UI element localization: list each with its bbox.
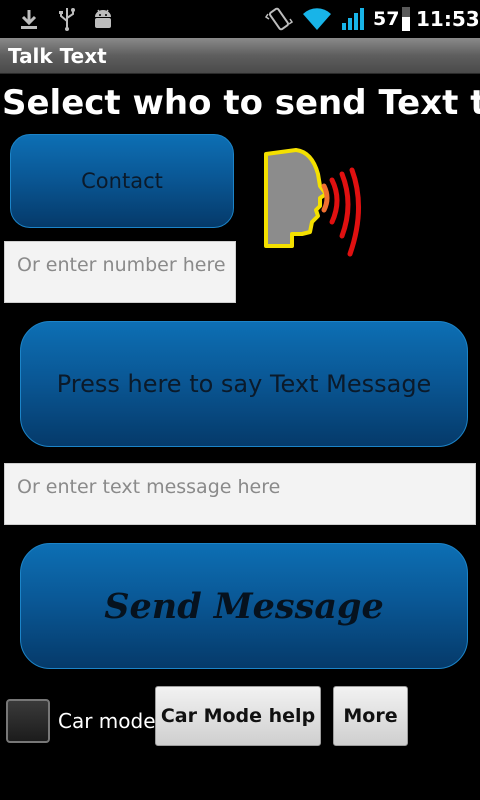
page-heading: Select who to send Text to (2, 83, 480, 123)
send-message-button[interactable]: Send Message (20, 543, 468, 669)
phone-number-input[interactable] (17, 254, 235, 276)
wifi-icon (300, 0, 334, 38)
usb-icon (56, 0, 78, 38)
app-title: Talk Text (8, 44, 107, 68)
clock-time: 11:53 (416, 7, 480, 31)
battery-level-text: 57 (373, 8, 400, 30)
vibrate-icon (264, 0, 294, 38)
contact-button[interactable]: Contact (10, 134, 234, 228)
speak-message-button[interactable]: Press here to say Text Message (20, 321, 468, 447)
app-title-bar: Talk Text (0, 38, 480, 74)
text-message-field[interactable] (4, 463, 476, 525)
car-mode-help-button[interactable]: Car Mode help (155, 686, 321, 746)
speak-message-button-label: Press here to say Text Message (56, 370, 432, 398)
send-message-button-label: Send Message (104, 585, 384, 627)
battery-icon (401, 0, 411, 38)
more-button-label: More (343, 705, 398, 727)
android-debug-icon (90, 0, 116, 38)
contact-button-label: Contact (81, 169, 163, 193)
car-mode-label: Car mode (58, 709, 156, 733)
speaking-head-icon (258, 146, 370, 258)
phone-number-field[interactable] (4, 241, 236, 303)
signal-icon (340, 0, 368, 38)
text-message-input[interactable] (17, 476, 475, 498)
more-button[interactable]: More (333, 686, 408, 746)
car-mode-help-label: Car Mode help (160, 705, 316, 727)
car-mode-checkbox[interactable] (6, 699, 50, 743)
download-icon (18, 0, 40, 38)
status-bar: 57 11:53 (0, 0, 480, 38)
